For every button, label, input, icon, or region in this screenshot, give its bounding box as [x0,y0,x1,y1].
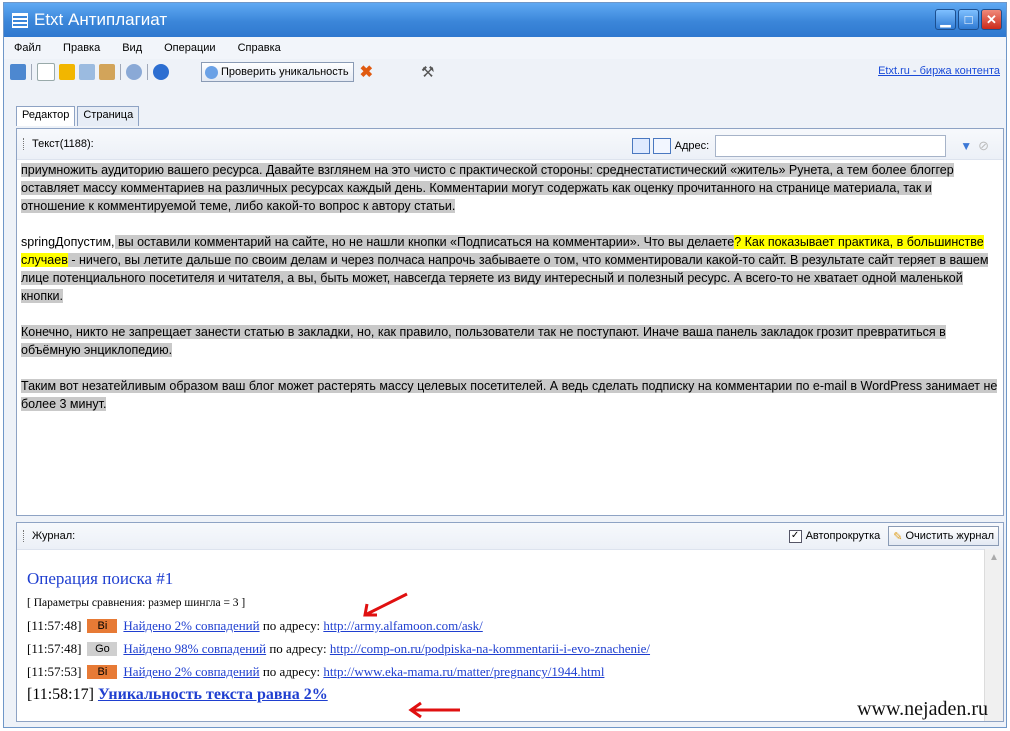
log-time: [11:57:48] [27,641,82,656]
check-uniqueness-button[interactable]: Проверить уникальность [201,62,354,82]
cut-icon[interactable] [59,64,75,80]
journal-log: Операция поиска #1 [ Параметры сравнения… [17,549,985,721]
toolbar-separator [147,64,148,80]
search-icon [205,65,218,79]
watermark: www.nejaden.ru [857,698,988,720]
info-icon[interactable] [153,64,169,80]
engine-badge: Bi [87,619,118,633]
source-url-link[interactable]: http://army.alfamoon.com/ask/ [323,618,482,634]
view-mode-list-icon[interactable] [652,138,671,154]
log-text: по адресу: [259,664,324,679]
journal-scrollbar[interactable]: ▲ [984,549,1003,721]
grip-icon [23,138,26,150]
match-link[interactable]: Найдено 98% совпадений [123,641,266,657]
close-button[interactable]: ✕ [981,9,1002,30]
menu-file[interactable]: Файл [14,42,41,54]
minimize-button[interactable]: ▁ [935,9,956,30]
log-time: [11:58:17] [27,686,94,703]
highlighted-text: приумножить аудиторию вашего ресурса. Да… [21,163,954,213]
log-time: [11:57:48] [27,618,82,633]
title-bar[interactable]: Etxt Антиплагиат ▁ □ ✕ [4,3,1006,37]
autoscroll-label: Автопрокрутка [805,530,881,542]
settings-icon[interactable] [126,64,142,80]
editor-panel: Текст(1188): Адрес: ▼ ⊘ приумножить ауди… [16,128,1004,516]
engine-badge: Bi [87,665,118,679]
view-mode-single-icon[interactable] [631,138,650,154]
paragraph-1: приумножить аудиторию вашего ресурса. Да… [21,161,999,215]
source-url-link[interactable]: http://www.eka-mama.ru/matter/pregnancy/… [323,664,604,680]
log-entry: [11:57:48] Bi Найдено 2% совпадений по а… [27,616,975,636]
engine-badge: Go [87,642,118,656]
maximize-button[interactable]: □ [958,9,979,30]
paste-icon[interactable] [99,64,115,80]
highlighted-text: - ничего, вы летите дальше по своим дела… [21,253,989,303]
menu-edit[interactable]: Правка [63,42,100,54]
log-time: [11:57:53] [27,664,82,679]
match-link[interactable]: Найдено 2% совпадений [123,664,259,680]
tab-strip: Редактор Страница [16,106,141,126]
highlighted-text: вы оставили комментарий на сайте, но не … [114,235,735,249]
menu-operations[interactable]: Операции [164,42,215,54]
menu-view[interactable]: Вид [122,42,142,54]
scroll-up-icon[interactable]: ▲ [985,552,1003,563]
stop-icon[interactable]: ✖ [360,62,373,82]
dropdown-arrow-icon[interactable]: ▼ [960,139,972,153]
cancel-icon[interactable]: ⊘ [978,138,989,154]
comparison-params: [ Параметры сравнения: размер шингла = 3… [27,597,246,609]
checkbox-checked-icon: ✓ [788,529,802,543]
paragraph-2: springДопустим, вы оставили комментарий … [21,233,999,305]
log-entry: [11:57:53] Bi Найдено 2% совпадений по а… [27,662,975,682]
highlighted-text: Таким вот незатейливым образом ваш блог … [21,379,998,411]
address-input[interactable] [715,135,947,157]
check-uniqueness-label: Проверить уникальность [221,66,349,78]
grip-icon [23,530,26,542]
broom-icon: ✎ [893,530,903,543]
clear-journal-button[interactable]: ✎ Очистить журнал [888,526,999,546]
editor-header: Текст(1188): Адрес: ▼ ⊘ [17,129,1003,160]
autoscroll-checkbox[interactable]: ✓ Автопрокрутка [788,529,881,543]
annotation-arrow-icon [408,701,460,719]
new-document-icon[interactable] [37,63,55,81]
tab-editor[interactable]: Редактор [16,106,76,126]
toolbar: Проверить уникальность ✖ ⚒ Etxt.ru - бир… [4,59,1006,85]
log-entry: [11:57:48] Go Найдено 98% совпадений по … [27,639,975,659]
source-url-link[interactable]: http://comp-on.ru/podpiska-na-kommentari… [330,641,650,657]
paragraph-4: Таким вот незатейливым образом ваш блог … [21,377,999,413]
menu-bar: Файл Правка Вид Операции Справка [4,37,1006,59]
copy-icon[interactable] [79,64,95,80]
uniqueness-result: [11:58:17] Уникальность текста равна 2% [27,685,975,705]
text-editor[interactable]: приумножить аудиторию вашего ресурса. Да… [17,159,1003,515]
window-title: Etxt Антиплагиат [34,10,168,29]
uniqueness-result-link[interactable]: Уникальность текста равна 2% [98,686,328,704]
open-folder-icon[interactable] [10,64,26,80]
journal-label: Журнал: [32,530,76,542]
etxt-link[interactable]: Etxt.ru - биржа контента [878,65,1000,77]
paragraph-3: Конечно, никто не запрещает занести стат… [21,323,999,359]
toolbar-separator [120,64,121,80]
annotation-arrow-icon [363,592,408,617]
menu-help[interactable]: Справка [238,42,281,54]
plain-text: springДопустим, [21,235,115,249]
text-count-label: Текст(1188): [32,138,94,150]
app-icon [12,12,28,28]
tab-page[interactable]: Страница [77,106,140,126]
clear-journal-label: Очистить журнал [905,530,994,542]
toolbar-separator [31,64,32,80]
journal-header: Журнал: ✓ Автопрокрутка ✎ Очистить журна… [17,523,1003,550]
log-text: по адресу: [259,618,324,633]
highlighted-text: Конечно, никто не запрещает занести стат… [21,325,946,357]
operation-title: Операция поиска #1 [27,569,174,588]
journal-panel: Журнал: ✓ Автопрокрутка ✎ Очистить журна… [16,522,1004,722]
hammer-icon[interactable]: ⚒ [421,63,434,81]
address-label: Адрес: [674,140,710,152]
log-text: по адресу: [266,641,330,656]
match-link[interactable]: Найдено 2% совпадений [123,618,259,634]
